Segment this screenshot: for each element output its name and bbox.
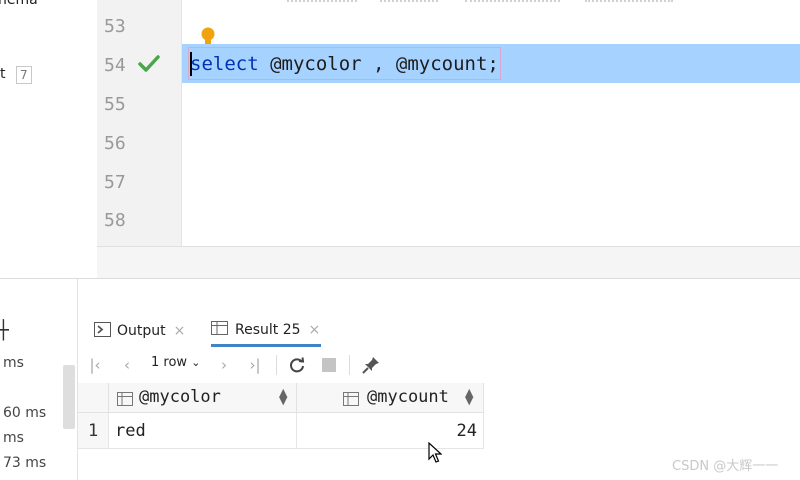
- rows-count-value: 1 row: [151, 355, 188, 370]
- rows-count-select[interactable]: 1 row ⌄: [151, 355, 200, 370]
- close-icon[interactable]: ×: [309, 322, 321, 338]
- mouse-cursor-icon: [428, 441, 443, 468]
- schema-panel: nema t 7: [0, 0, 97, 278]
- chevron-down-icon: ⌄: [191, 356, 201, 369]
- line-number: 54: [104, 55, 126, 76]
- console-icon: [94, 321, 111, 341]
- column-icon: [117, 391, 133, 410]
- first-page-icon[interactable]: |‹: [86, 353, 104, 377]
- tab-label: Result 25: [235, 321, 301, 338]
- text-caret: [190, 52, 192, 76]
- column-icon: [343, 391, 359, 410]
- line-number: 56: [104, 133, 126, 154]
- execution-time: ms: [3, 430, 24, 446]
- row-number[interactable]: 1: [78, 413, 109, 449]
- table-cell[interactable]: red: [109, 413, 297, 449]
- line-number: 53: [104, 16, 126, 37]
- result-toolbar: |‹ ‹ 1 row ⌄ › ›|: [78, 347, 800, 384]
- next-page-icon[interactable]: ›: [215, 353, 233, 377]
- column-header-label: @mycount: [367, 387, 449, 407]
- scrollbar[interactable]: [63, 365, 75, 429]
- sql-keyword: select: [190, 53, 259, 75]
- tab-label: Output: [117, 323, 166, 339]
- toolbar-separator: [349, 355, 350, 375]
- tab-output[interactable]: Output ×: [94, 315, 185, 347]
- table-icon: [211, 320, 228, 339]
- sort-icon[interactable]: ▲ ▼: [465, 387, 473, 406]
- tab-result[interactable]: Result 25 ×: [211, 315, 321, 347]
- squiggle-hint: [380, 0, 438, 4]
- execution-time: ms: [3, 355, 24, 371]
- squiggle-hint: [287, 0, 357, 4]
- stop-icon[interactable]: [318, 353, 340, 377]
- execution-time: 73 ms: [3, 455, 47, 471]
- squiggle-hint: [465, 0, 560, 4]
- sort-icon[interactable]: ▲ ▼: [279, 387, 287, 406]
- column-header[interactable]: @mycolor ▲ ▼: [109, 383, 297, 413]
- table-cell[interactable]: 24: [297, 413, 484, 449]
- schema-label: nema: [0, 0, 38, 8]
- execution-time: 60 ms: [3, 405, 47, 421]
- sql-expression: @mycolor , @mycount;: [258, 53, 499, 75]
- panel-divider[interactable]: [0, 278, 800, 279]
- check-icon[interactable]: [138, 54, 160, 78]
- pin-icon[interactable]: [360, 353, 382, 377]
- tools-icon[interactable]: ┼: [0, 320, 9, 341]
- toolbar-separator: [276, 355, 277, 375]
- column-header-label: @mycolor: [139, 387, 221, 407]
- squiggle-hint: [585, 0, 673, 4]
- line-number: 55: [104, 94, 126, 115]
- watermark: CSDN @大辉一一: [672, 459, 779, 474]
- close-icon[interactable]: ×: [174, 323, 186, 339]
- previous-page-icon[interactable]: ‹: [118, 353, 136, 377]
- line-number: 58: [104, 210, 126, 231]
- column-header[interactable]: @mycount ▲ ▼: [297, 383, 484, 413]
- item-count-badge: 7: [16, 66, 32, 84]
- line-number: 57: [104, 172, 126, 193]
- refresh-icon[interactable]: [286, 353, 308, 377]
- sql-editor[interactable]: [182, 0, 800, 246]
- code-line[interactable]: select @mycolor , @mycount;: [190, 53, 499, 75]
- last-page-icon[interactable]: ›|: [245, 353, 265, 377]
- row-number-header: [78, 383, 109, 413]
- result-tabs: Output × Result 25 ×: [78, 315, 800, 347]
- schema-tree-item[interactable]: t: [0, 66, 6, 82]
- editor-gutter: 53 54 55 56 57 58: [97, 0, 182, 246]
- editor-bottom-strip: [97, 246, 800, 279]
